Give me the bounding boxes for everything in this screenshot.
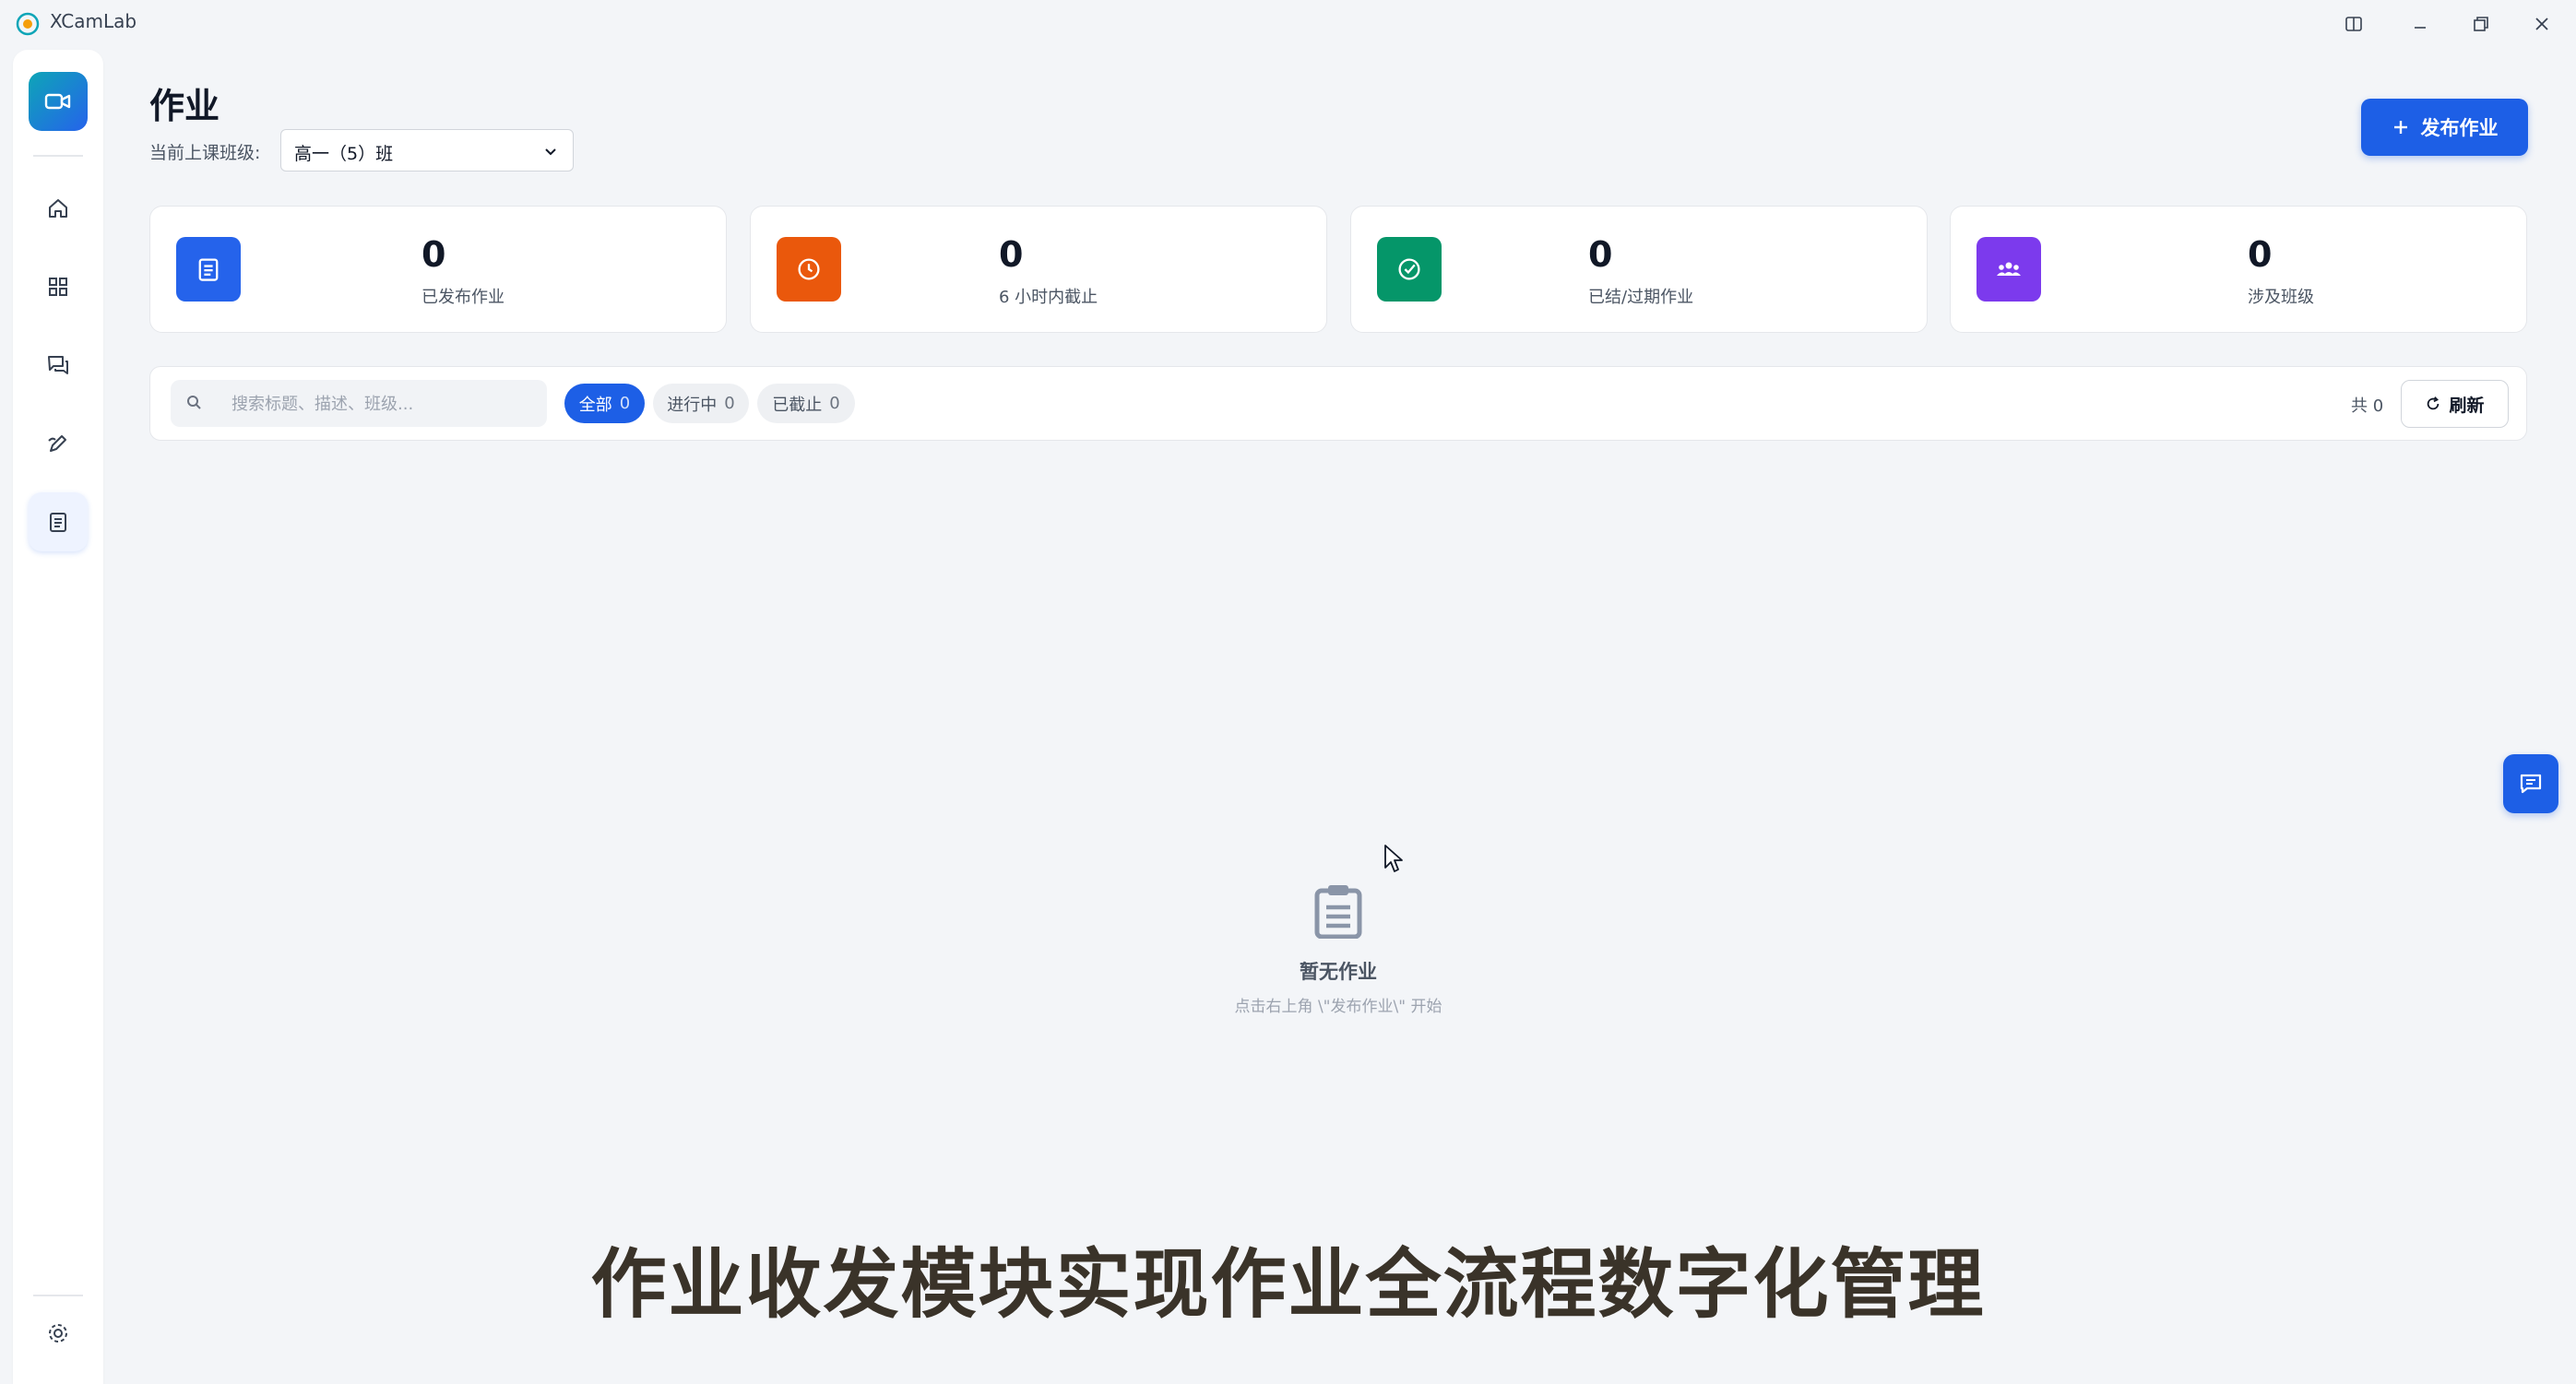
- stat-value: 0: [421, 234, 446, 275]
- stat-value: 0: [2248, 234, 2273, 275]
- chat-button[interactable]: [2503, 754, 2558, 813]
- search-input[interactable]: [230, 389, 538, 419]
- home-icon: [49, 199, 67, 218]
- refresh-button[interactable]: 刷新: [2401, 380, 2509, 428]
- message-icon: [2520, 774, 2542, 794]
- users-icon: [1977, 237, 2041, 302]
- stat-label: 已结/过期作业: [1588, 288, 1694, 307]
- stat-label: 涉及班级: [2248, 288, 2314, 307]
- close-icon[interactable]: [2527, 9, 2557, 39]
- filter-pill-all[interactable]: 全部 0: [564, 384, 645, 423]
- sidebar-item-annotate[interactable]: [29, 414, 88, 473]
- sidebar-item-discussion[interactable]: [29, 336, 88, 395]
- refresh-icon: [2428, 396, 2439, 410]
- restore-icon[interactable]: [2466, 9, 2496, 39]
- app-logo-icon: [16, 12, 40, 36]
- search-box[interactable]: [171, 380, 547, 427]
- chevron-down-icon: [545, 148, 556, 156]
- stat-label: 6 小时内截止: [999, 288, 1098, 307]
- stat-card-due-soon: 0 6 小时内截止: [750, 206, 1327, 333]
- stat-card-classes: 0 涉及班级: [1950, 206, 2527, 333]
- app-title: XCamLab: [50, 10, 137, 32]
- filter-pill-closed[interactable]: 已截止 0: [757, 384, 855, 423]
- pill-label: 全部: [578, 395, 612, 415]
- publish-homework-button[interactable]: 发布作业: [2361, 99, 2528, 156]
- sidebar-item-apps[interactable]: [29, 257, 88, 316]
- stat-label: 已发布作业: [421, 288, 505, 307]
- sidebar-divider: [33, 155, 83, 157]
- stat-value: 0: [1588, 234, 1613, 275]
- filter-pill-ongoing[interactable]: 进行中 0: [653, 384, 749, 423]
- stat-card-published: 0 已发布作业: [149, 206, 727, 333]
- pen-icon: [48, 435, 66, 452]
- empty-state-subtitle: 点击右上角 \"发布作业\" 开始: [1234, 998, 1442, 1016]
- pill-count: 0: [619, 394, 631, 413]
- pill-label: 已截止: [772, 395, 823, 415]
- stat-card-closed: 0 已结/过期作业: [1350, 206, 1928, 333]
- refresh-label: 刷新: [2449, 395, 2485, 416]
- search-icon: [187, 396, 201, 409]
- sidebar: [13, 50, 103, 1384]
- grid-icon: [49, 278, 67, 296]
- minimize-icon[interactable]: [2405, 9, 2435, 39]
- class-select[interactable]: 高一（5）班: [280, 129, 574, 172]
- plus-icon: [2393, 121, 2407, 134]
- video-camera-icon[interactable]: [29, 72, 88, 131]
- video-caption: 作业收发模块实现作业全流程数字化管理: [590, 1241, 1986, 1329]
- page-title: 作业: [149, 86, 220, 126]
- sidebar-item-homework[interactable]: [29, 492, 88, 551]
- mouse-cursor-icon: [1384, 845, 1403, 872]
- empty-state-title: 暂无作业: [1300, 961, 1377, 983]
- clipboard-icon: [50, 513, 66, 532]
- sidebar-toggle-icon[interactable]: [2339, 9, 2368, 39]
- publish-button-label: 发布作业: [2420, 117, 2499, 139]
- title-bar: XCamLab: [0, 0, 2576, 48]
- clipboard-icon: [1314, 885, 1362, 939]
- pill-count: 0: [724, 394, 735, 413]
- pill-count: 0: [829, 394, 840, 413]
- filter-bar: 全部 0 进行中 0 已截止 0 共 0 刷新: [149, 366, 2527, 441]
- stat-value: 0: [999, 234, 1024, 275]
- check-circle-icon: [1377, 237, 1442, 302]
- class-select-value: 高一（5）班: [294, 144, 394, 164]
- sidebar-item-home[interactable]: [29, 179, 88, 238]
- chat-icon: [48, 356, 68, 374]
- clock-icon: [777, 237, 841, 302]
- class-label: 当前上课班级:: [149, 143, 261, 163]
- pill-label: 进行中: [667, 395, 718, 415]
- clipboard-icon: [176, 237, 241, 302]
- total-count: 共 0: [2351, 396, 2384, 416]
